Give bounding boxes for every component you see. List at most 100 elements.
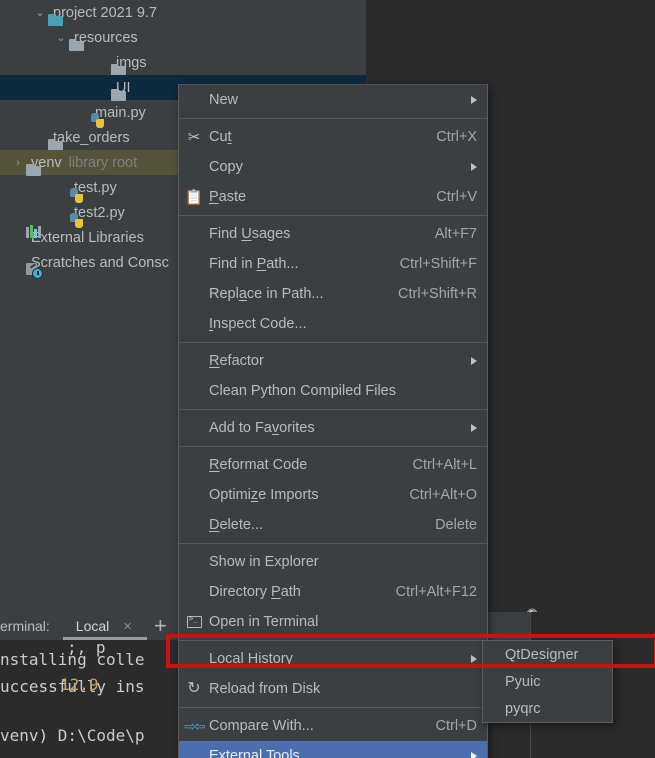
- menu-item-new[interactable]: New: [179, 85, 487, 115]
- menu-item-reload-from-disk[interactable]: ↻ Reload from Disk: [179, 674, 487, 704]
- tree-row-label: External Libraries: [31, 229, 144, 246]
- menu-item-icon-slot: ↻: [179, 674, 209, 704]
- menu-item-label: Inspect Code...: [209, 316, 307, 332]
- menu-item-show-in-explorer[interactable]: Show in Explorer: [179, 547, 487, 577]
- menu-item-label: Copy: [209, 159, 243, 175]
- menu-item-label: Directory Path: [209, 584, 301, 600]
- menu-item-add-to-favorites[interactable]: Add to Favorites: [179, 413, 487, 443]
- tree-row-badge: library root: [68, 154, 138, 171]
- menu-item-find-usages[interactable]: Find Usages Alt+F7: [179, 219, 487, 249]
- menu-item-label: Find in Path...: [209, 256, 299, 272]
- menu-item-local-history[interactable]: Local History: [179, 644, 487, 674]
- menu-item-copy[interactable]: Copy: [179, 152, 487, 182]
- chevron-down-icon[interactable]: ⌄: [53, 31, 69, 44]
- menu-item-label: Reload from Disk: [209, 681, 321, 697]
- strip-text-line2: 12.9: [60, 675, 99, 694]
- menu-item-icon-slot: [179, 249, 209, 279]
- menu-item-label: Refactor: [209, 353, 264, 369]
- menu-item-label: Clean Python Compiled Files: [209, 383, 396, 399]
- menu-item-refactor[interactable]: Refactor: [179, 346, 487, 376]
- menu-separator: [179, 118, 487, 119]
- menu-item-label: Find Usages: [209, 226, 291, 242]
- menu-item-shortcut: Ctrl+Shift+R: [398, 286, 477, 302]
- menu-item-icon-slot: [179, 741, 209, 758]
- menu-item-icon-slot: [179, 376, 209, 406]
- menu-item-icon-slot: [179, 413, 209, 443]
- menu-item-shortcut: Alt+F7: [434, 226, 477, 242]
- menu-item-shortcut: Ctrl+Alt+O: [409, 487, 477, 503]
- menu-item-clean-python-compiled-files[interactable]: Clean Python Compiled Files: [179, 376, 487, 406]
- external-tools-submenu: QtDesigner Pyuic pyqrc: [482, 640, 613, 723]
- menu-item-label: Open in Terminal: [209, 614, 319, 630]
- strip-text-line1: ;, p: [67, 638, 106, 657]
- menu-item-label: External Tools: [209, 748, 300, 758]
- menu-item-icon-slot: [179, 279, 209, 309]
- menu-item-label: Local History: [209, 651, 293, 667]
- menu-item-directory-path[interactable]: Directory Path Ctrl+Alt+F12: [179, 577, 487, 607]
- tree-row[interactable]: ⌄ project 2021 9.7: [0, 0, 368, 25]
- menu-item-icon-slot: [179, 450, 209, 480]
- menu-separator: [179, 342, 487, 343]
- menu-item-cut[interactable]: ✂ Cut Ctrl+X: [179, 122, 487, 152]
- submenu-item-pyqrc[interactable]: pyqrc: [483, 695, 612, 722]
- submenu-arrow-icon: [471, 96, 477, 104]
- submenu-item-label: QtDesigner: [505, 646, 579, 663]
- reload-icon: ↻: [187, 680, 201, 697]
- menu-separator: [179, 640, 487, 641]
- menu-item-shortcut: Ctrl+V: [436, 189, 477, 205]
- clipboard-icon: 📋: [184, 188, 204, 206]
- menu-item-replace-in-path[interactable]: Replace in Path... Ctrl+Shift+R: [179, 279, 487, 309]
- menu-item-shortcut: Delete: [435, 517, 477, 533]
- menu-item-open-in-terminal[interactable]: Open in Terminal: [179, 607, 487, 637]
- tree-row-label: take_orders: [53, 129, 130, 146]
- submenu-item-pyuic[interactable]: Pyuic: [483, 668, 612, 695]
- menu-item-delete[interactable]: Delete... Delete: [179, 510, 487, 540]
- menu-item-paste[interactable]: 📋 Paste Ctrl+V: [179, 182, 487, 212]
- menu-item-icon-slot: [179, 607, 209, 637]
- menu-item-find-in-path[interactable]: Find in Path... Ctrl+Shift+F: [179, 249, 487, 279]
- chevron-down-icon[interactable]: ⌄: [32, 6, 48, 19]
- menu-item-external-tools[interactable]: External Tools: [179, 741, 487, 758]
- tree-row[interactable]: imgs: [0, 50, 368, 75]
- menu-item-label: Compare With...: [209, 718, 314, 734]
- submenu-arrow-icon: [471, 163, 477, 171]
- menu-separator: [179, 409, 487, 410]
- menu-item-icon-slot: [179, 644, 209, 674]
- menu-item-shortcut: Ctrl+Alt+F12: [395, 584, 477, 600]
- menu-item-label: Cut: [209, 129, 232, 145]
- submenu-item-label: Pyuic: [505, 673, 541, 690]
- menu-item-optimize-imports[interactable]: Optimize Imports Ctrl+Alt+O: [179, 480, 487, 510]
- menu-item-icon-slot: 📋: [179, 182, 209, 212]
- submenu-item-label: pyqrc: [505, 700, 541, 717]
- menu-item-label: New: [209, 92, 239, 108]
- menu-item-reformat-code[interactable]: Reformat Code Ctrl+Alt+L: [179, 450, 487, 480]
- tree-row[interactable]: ⌄ resources: [0, 25, 368, 50]
- screen-root: ⌄ project 2021 9.7 ⌄ resources imgs UI main.py…: [0, 0, 655, 758]
- submenu-item-qtdesigner[interactable]: QtDesigner: [483, 641, 612, 668]
- menu-item-label: Add to Favorites: [209, 420, 315, 436]
- menu-item-inspect-code[interactable]: Inspect Code...: [179, 309, 487, 339]
- menu-item-icon-slot: [179, 309, 209, 339]
- menu-item-label: Replace in Path...: [209, 286, 324, 302]
- menu-item-icon-slot: [179, 577, 209, 607]
- terminal-title: erminal:: [0, 618, 50, 634]
- terminal-icon: [186, 614, 202, 628]
- submenu-arrow-icon: [471, 655, 477, 663]
- submenu-arrow-icon: [471, 752, 477, 758]
- terminal-tab-local[interactable]: Local: [72, 618, 113, 634]
- menu-item-shortcut: Ctrl+D: [435, 718, 478, 734]
- context-menu: New ✂ Cut Ctrl+X Copy 📋 Paste Ctrl+V Find Usages…: [178, 84, 488, 758]
- menu-item-label: Reformat Code: [209, 457, 308, 473]
- menu-item-icon-slot: [179, 547, 209, 577]
- menu-separator: [179, 215, 487, 216]
- menu-item-label: Paste: [209, 189, 247, 205]
- menu-item-compare-with[interactable]: ⇨⇦ Compare With... Ctrl+D: [179, 711, 487, 741]
- add-terminal-icon[interactable]: +: [154, 615, 167, 637]
- close-icon[interactable]: ×: [123, 618, 132, 635]
- menu-separator: [179, 446, 487, 447]
- menu-item-icon-slot: [179, 346, 209, 376]
- submenu-arrow-icon: [471, 357, 477, 365]
- chevron-right-icon[interactable]: ›: [10, 157, 26, 169]
- tree-row-label: Scratches and Consc: [31, 254, 169, 271]
- tree-row-label: project 2021 9.7: [53, 4, 157, 21]
